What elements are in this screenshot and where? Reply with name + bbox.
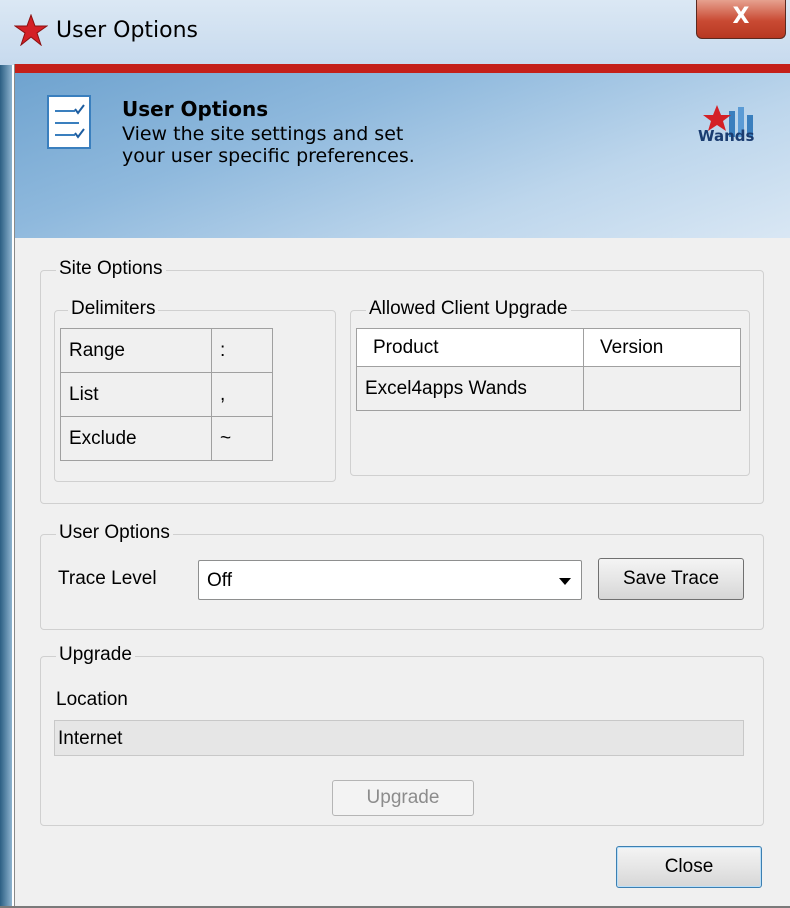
banner-description: View the site settings and set your user… <box>122 123 415 167</box>
user-options-legend: User Options <box>56 522 173 544</box>
wands-logo-text: Wands <box>698 127 755 145</box>
checklist-icon <box>47 95 91 149</box>
site-options-legend: Site Options <box>56 258 166 280</box>
delimiter-value[interactable]: , <box>211 372 273 417</box>
delimiter-row-list: List , <box>60 372 273 417</box>
column-header-product[interactable]: Product <box>356 328 584 367</box>
delimiter-name: List <box>60 372 212 417</box>
table-header-row: Product Version <box>356 328 741 367</box>
table-row[interactable]: Excel4apps Wands <box>356 366 741 411</box>
trace-level-value: Off <box>207 570 232 591</box>
close-button[interactable]: Close <box>616 846 762 888</box>
save-trace-button[interactable]: Save Trace <box>598 558 744 600</box>
delimiter-name: Exclude <box>60 416 212 461</box>
allowed-upgrade-legend: Allowed Client Upgrade <box>366 298 571 320</box>
location-field: Internet <box>54 720 744 756</box>
delimiter-name: Range <box>60 328 212 373</box>
column-header-version[interactable]: Version <box>583 328 741 367</box>
delimiter-row-range: Range : <box>60 328 273 373</box>
wands-star-icon <box>14 14 48 46</box>
location-label: Location <box>56 689 128 710</box>
banner-title: User Options <box>122 97 269 121</box>
delimiter-value[interactable]: : <box>211 328 273 373</box>
close-window-button[interactable]: X <box>696 0 786 39</box>
upgrade-legend: Upgrade <box>56 644 135 666</box>
header-banner: User Options View the site settings and … <box>15 64 790 238</box>
delimiters-table: Range : List , Exclude ~ <box>60 328 273 461</box>
trace-level-select[interactable]: Off <box>198 560 582 600</box>
delimiters-legend: Delimiters <box>68 298 159 320</box>
window-edge <box>0 0 12 908</box>
product-cell: Excel4apps Wands <box>356 366 584 411</box>
upgrade-button[interactable]: Upgrade <box>332 780 474 816</box>
trace-level-label: Trace Level <box>58 568 157 589</box>
delimiter-value[interactable]: ~ <box>211 416 273 461</box>
version-cell <box>583 366 741 411</box>
window-title: User Options <box>56 18 199 43</box>
delimiter-row-exclude: Exclude ~ <box>60 416 273 461</box>
location-value: Internet <box>58 728 123 749</box>
chevron-down-icon[interactable] <box>559 578 571 585</box>
title-bar[interactable]: User Options X <box>0 0 790 65</box>
allowed-upgrade-table: Product Version Excel4apps Wands <box>356 328 741 411</box>
